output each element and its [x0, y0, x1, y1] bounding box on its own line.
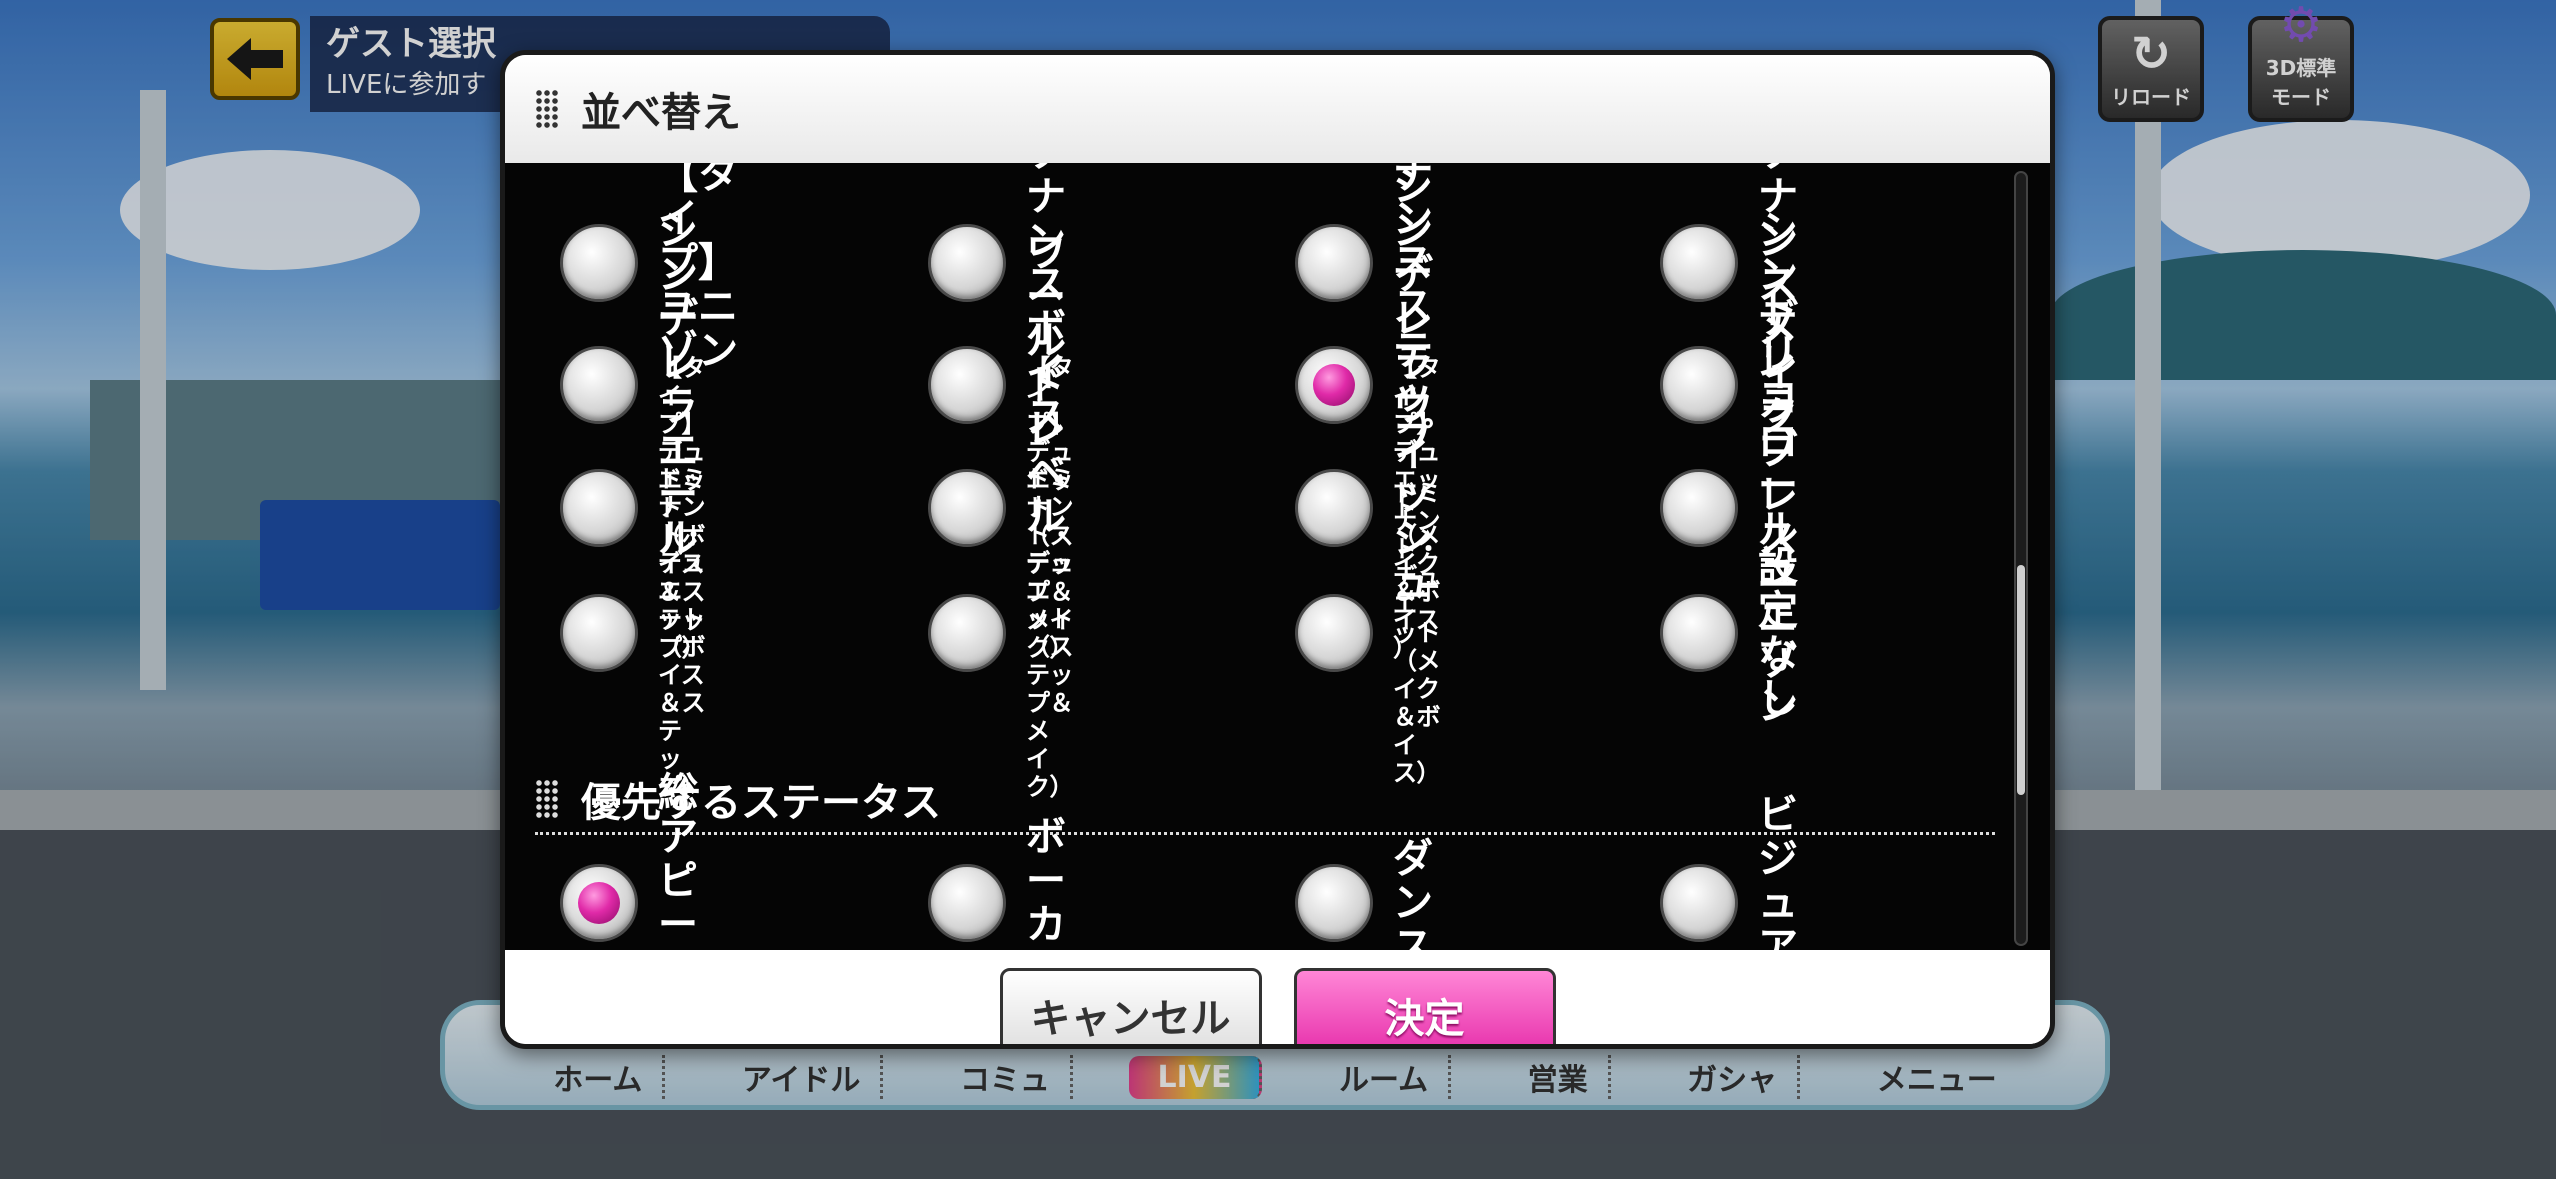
- confirm-button[interactable]: 決定: [1293, 968, 1556, 1044]
- grip-icon: [535, 89, 559, 129]
- option-label: ドミナント・デュエ ット（メイク＆ボイ ス）: [1393, 479, 1441, 787]
- scrollbar[interactable]: [2014, 171, 2028, 946]
- sort-option[interactable]: 【タイプ】 ユニゾン: [560, 163, 738, 373]
- sort-option[interactable]: ドミナント・デュエ ット（ボイス＆ステ ップ）: [560, 465, 706, 801]
- dialog-footer: キャンセル 決定: [505, 950, 2050, 1044]
- radio-button[interactable]: [1295, 594, 1373, 672]
- option-label: ダンス: [1393, 836, 1433, 950]
- section-title: 優先するステータス: [581, 779, 941, 826]
- scrollbar-thumb[interactable]: [2017, 565, 2025, 795]
- radio-button[interactable]: [1295, 224, 1373, 302]
- option-label: ビジュアル: [1758, 792, 1798, 950]
- radio-button[interactable]: [1660, 469, 1738, 547]
- option-label: ドミナント・デュエ ット（ステップ＆メ イク）: [1026, 465, 1074, 801]
- sort-option[interactable]: トリコロール ユニゾン: [1660, 288, 1798, 728]
- dialog-body: 【タイプ】 ユニゾン レゾナンス ボイス レゾナンス ステップ レゾナンス メイ…: [505, 163, 2050, 950]
- radio-button[interactable]: [1295, 864, 1373, 942]
- sort-option[interactable]: ドミナント・デュエ ット（メイク＆ボイ ス）: [1295, 479, 1441, 787]
- sort-option[interactable]: 設定なし: [1660, 545, 1798, 721]
- option-label: 総アピール値: [658, 770, 698, 950]
- priority-option[interactable]: ビジュアル: [1660, 793, 1798, 950]
- radio-button[interactable]: [1295, 346, 1373, 424]
- radio-button[interactable]: [560, 594, 638, 672]
- sort-dialog: 並べ替え 【タイプ】 ユニゾン レゾナンス ボイス レゾナンス ステップ レゾナ…: [500, 50, 2055, 1049]
- radio-button[interactable]: [928, 864, 1006, 942]
- radio-button[interactable]: [928, 469, 1006, 547]
- option-label: 設定なし: [1758, 544, 1798, 722]
- radio-button[interactable]: [928, 346, 1006, 424]
- radio-button[interactable]: [1660, 864, 1738, 942]
- radio-button[interactable]: [560, 346, 638, 424]
- dialog-title: 並べ替え: [581, 90, 741, 136]
- priority-option[interactable]: 総アピール値: [560, 771, 698, 950]
- dialog-header: 並べ替え: [505, 55, 2050, 163]
- radio-button[interactable]: [928, 224, 1006, 302]
- cancel-button[interactable]: キャンセル: [999, 968, 1262, 1044]
- radio-button[interactable]: [560, 224, 638, 302]
- sort-option[interactable]: ドミナント・デュエ ット（ステップ＆メ イク）: [928, 465, 1074, 801]
- grip-icon: [535, 778, 559, 819]
- radio-button[interactable]: [1660, 594, 1738, 672]
- radio-button[interactable]: [560, 469, 638, 547]
- priority-option[interactable]: ダンス: [1295, 837, 1433, 950]
- radio-button[interactable]: [928, 594, 1006, 672]
- radio-button[interactable]: [1660, 224, 1738, 302]
- radio-button[interactable]: [1295, 469, 1373, 547]
- option-label: ドミナント・デュエ ット（ボイス＆ステ ップ）: [658, 465, 706, 801]
- priority-option[interactable]: ボーカル: [928, 815, 1066, 950]
- radio-button[interactable]: [560, 864, 638, 942]
- option-label: ボーカル: [1026, 814, 1066, 950]
- radio-button[interactable]: [1660, 346, 1738, 424]
